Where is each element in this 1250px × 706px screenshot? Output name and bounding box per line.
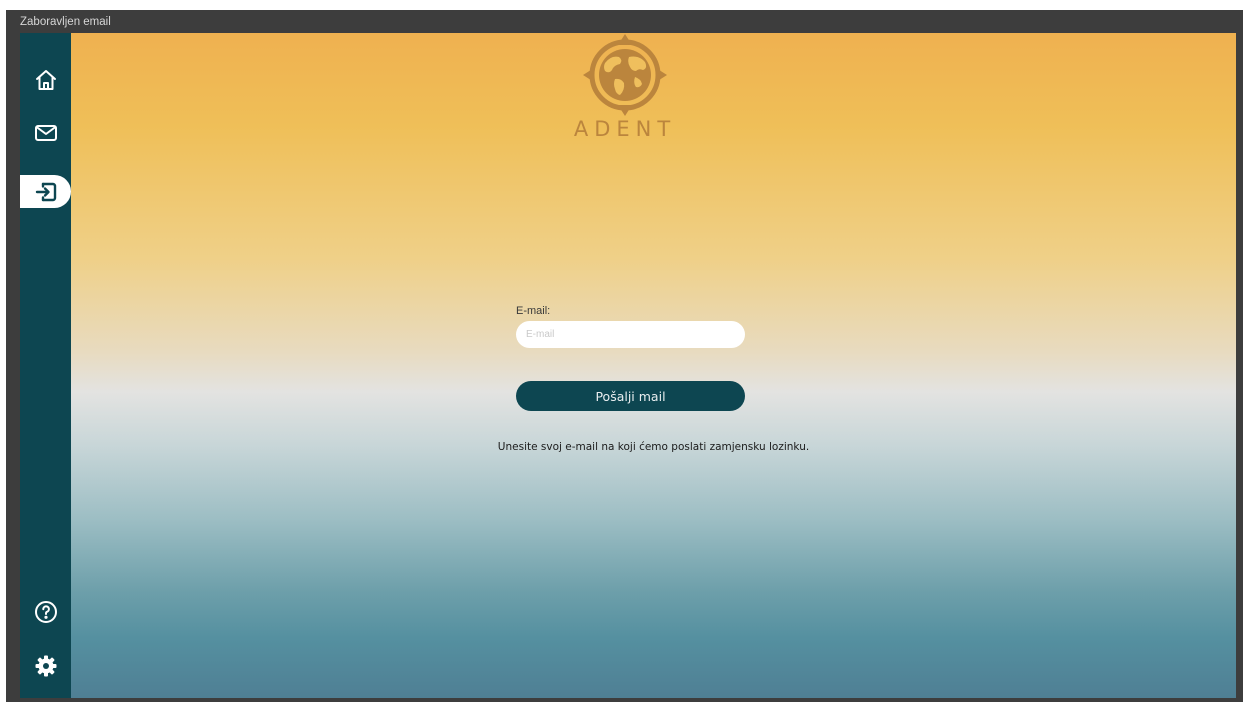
gear-icon: [35, 655, 56, 677]
sidebar: [20, 33, 71, 698]
logo-text: ADENT: [573, 117, 677, 141]
instruction-text: Unesite svoj e-mail na koji ćemo poslati…: [497, 441, 810, 453]
sidebar-item-help[interactable]: [20, 592, 71, 632]
app-window: Zaboravljen email ADENT E-mail: E-mail P…: [6, 10, 1243, 702]
sidebar-item-mail[interactable]: [20, 113, 71, 153]
send-mail-button[interactable]: Pošalji mail: [516, 381, 745, 411]
login-icon: [35, 182, 56, 201]
forgot-email-form: E-mail: Pošalji mail: [516, 305, 746, 411]
sidebar-item-home[interactable]: [20, 60, 71, 100]
sidebar-item-settings[interactable]: [20, 646, 71, 686]
mail-icon: [34, 125, 57, 141]
main-content: ADENT E-mail: Pošalji mail Unesite svoj …: [71, 33, 1236, 698]
email-input[interactable]: [516, 321, 745, 348]
home-icon: [35, 70, 56, 90]
email-label: E-mail:: [516, 305, 551, 317]
sidebar-item-login[interactable]: [20, 175, 71, 208]
logo: ADENT: [555, 33, 695, 153]
compass-globe-icon: [583, 34, 667, 116]
help-icon: [34, 601, 57, 623]
app-client-area: ADENT E-mail: Pošalji mail Unesite svoj …: [20, 33, 1236, 698]
window-title: Zaboravljen email: [20, 16, 111, 28]
